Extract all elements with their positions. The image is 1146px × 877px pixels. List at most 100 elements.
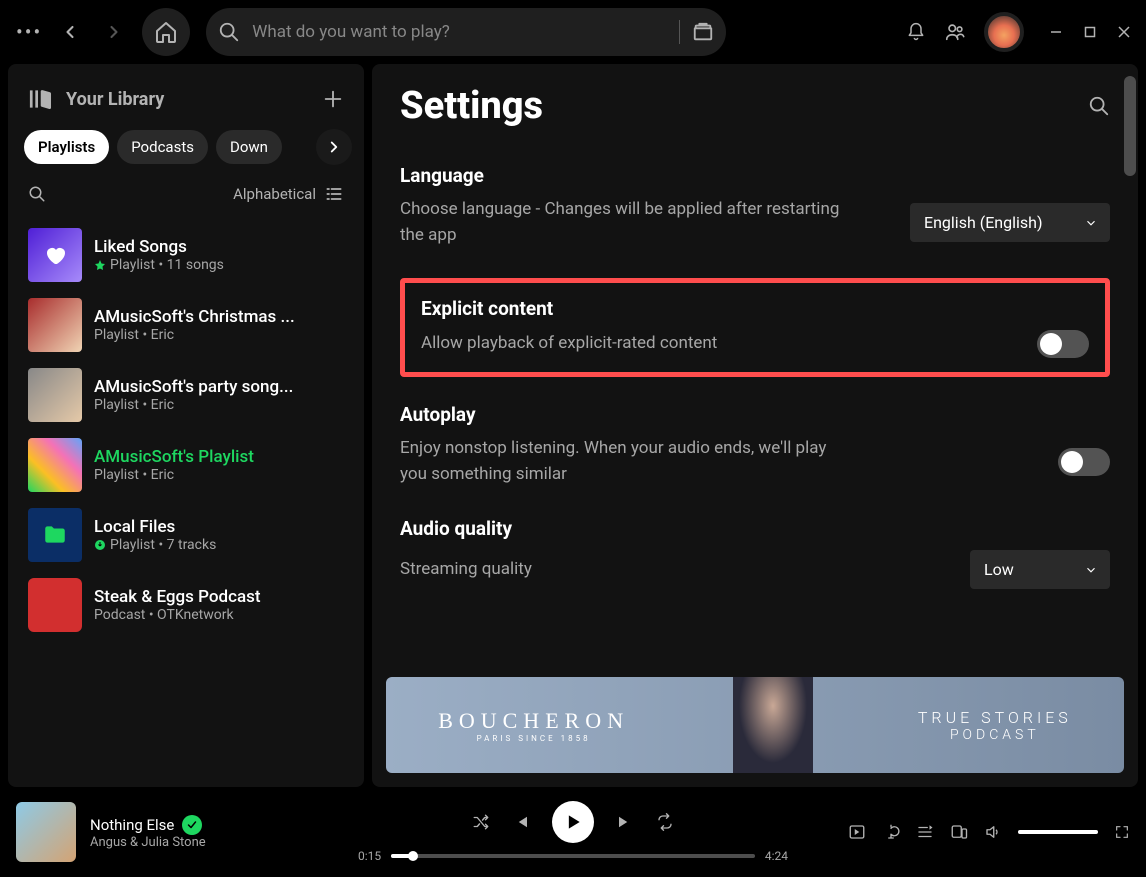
now-playing-cover[interactable] bbox=[16, 802, 76, 862]
list-item[interactable]: Liked Songs Playlist • 11 songs bbox=[20, 220, 352, 290]
setting-heading: Language bbox=[400, 164, 1110, 187]
now-playing-view-icon[interactable] bbox=[848, 823, 866, 841]
setting-autoplay: Autoplay Enjoy nonstop listening. When y… bbox=[400, 403, 1110, 487]
item-title: Liked Songs bbox=[94, 237, 344, 257]
track-artist[interactable]: Angus & Julia Stone bbox=[90, 835, 206, 850]
cover-art bbox=[28, 578, 82, 632]
setting-desc: Enjoy nonstop listening. When your audio… bbox=[400, 436, 840, 487]
item-subtitle: Playlist • Eric bbox=[94, 397, 344, 413]
search-settings-icon[interactable] bbox=[1088, 95, 1110, 117]
create-button[interactable] bbox=[322, 88, 344, 110]
sidebar: Your Library Playlists Podcasts Down Alp… bbox=[8, 64, 364, 787]
ad-text-1: TRUE STORIES bbox=[918, 708, 1072, 727]
search-library-icon[interactable] bbox=[28, 185, 46, 203]
browse-icon[interactable] bbox=[692, 21, 714, 43]
streaming-quality-select[interactable]: Low bbox=[970, 550, 1110, 589]
search-input[interactable] bbox=[252, 22, 667, 42]
cover-art bbox=[28, 298, 82, 352]
language-select[interactable]: English (English) bbox=[910, 203, 1110, 242]
cover-art bbox=[28, 228, 82, 282]
ad-brand: BOUCHERON bbox=[438, 708, 629, 734]
main-content: Settings Language Choose language - Chan… bbox=[372, 64, 1138, 787]
setting-desc: Allow playback of explicit-rated content bbox=[421, 331, 717, 357]
setting-language: Language Choose language - Changes will … bbox=[400, 164, 1110, 248]
explicit-toggle[interactable] bbox=[1037, 330, 1089, 358]
list-item[interactable]: Local Files Playlist • 7 tracks bbox=[20, 500, 352, 570]
queue-icon[interactable] bbox=[916, 823, 934, 841]
play-button[interactable] bbox=[552, 801, 594, 843]
time-duration: 4:24 bbox=[765, 849, 788, 863]
time-elapsed: 0:15 bbox=[358, 849, 381, 863]
toggle-knob bbox=[1061, 451, 1083, 473]
friends-icon[interactable] bbox=[944, 21, 966, 43]
setting-heading: Audio quality bbox=[400, 517, 1110, 540]
divider bbox=[679, 20, 680, 44]
minimize-button[interactable] bbox=[1050, 26, 1062, 38]
library-button[interactable]: Your Library bbox=[28, 86, 164, 112]
library-icon bbox=[28, 86, 54, 112]
chip-downloaded[interactable]: Down bbox=[216, 130, 282, 164]
list-item[interactable]: AMusicSoft's Christmas ... Playlist • Er… bbox=[20, 290, 352, 360]
chip-playlists[interactable]: Playlists bbox=[24, 130, 109, 164]
chip-podcasts[interactable]: Podcasts bbox=[117, 130, 208, 164]
item-subtitle: Playlist • 11 songs bbox=[110, 257, 224, 273]
item-title: AMusicSoft's Christmas ... bbox=[94, 307, 344, 327]
volume-bar[interactable] bbox=[1018, 830, 1098, 834]
setting-explicit: Explicit content Allow playback of expli… bbox=[421, 297, 1089, 358]
nav-forward-button[interactable] bbox=[98, 16, 130, 48]
page-title: Settings bbox=[400, 84, 543, 128]
setting-heading: Autoplay bbox=[400, 403, 1110, 426]
item-subtitle: Playlist • 7 tracks bbox=[110, 537, 216, 553]
item-subtitle: Playlist • Eric bbox=[94, 467, 344, 483]
cover-art bbox=[28, 508, 82, 562]
autoplay-toggle[interactable] bbox=[1058, 448, 1110, 476]
list-item[interactable]: AMusicSoft's Playlist Playlist • Eric bbox=[20, 430, 352, 500]
ad-brand-subtitle: PARIS SINCE 1858 bbox=[438, 734, 629, 743]
notifications-icon[interactable] bbox=[906, 22, 926, 42]
connect-device-icon[interactable] bbox=[950, 823, 968, 841]
cover-art bbox=[28, 438, 82, 492]
item-subtitle: Playlist • Eric bbox=[94, 327, 344, 343]
shuffle-button[interactable] bbox=[472, 813, 490, 831]
library-title: Your Library bbox=[66, 89, 164, 110]
ad-banner[interactable]: BOUCHERON PARIS SINCE 1858 TRUE STORIES … bbox=[386, 677, 1124, 773]
more-menu-icon[interactable]: ••• bbox=[16, 20, 42, 44]
progress-handle[interactable] bbox=[408, 851, 418, 861]
lyrics-icon[interactable] bbox=[882, 823, 900, 841]
avatar[interactable] bbox=[984, 12, 1024, 52]
setting-desc: Choose language - Changes will be applie… bbox=[400, 197, 840, 248]
toggle-knob bbox=[1040, 333, 1062, 355]
setting-desc: Streaming quality bbox=[400, 557, 532, 583]
sort-button[interactable]: Alphabetical bbox=[233, 184, 344, 204]
sort-label: Alphabetical bbox=[233, 185, 316, 203]
nav-back-button[interactable] bbox=[54, 16, 86, 48]
saved-check-icon[interactable] bbox=[182, 815, 202, 835]
repeat-button[interactable] bbox=[656, 813, 674, 831]
fullscreen-icon[interactable] bbox=[1114, 824, 1130, 840]
progress-bar[interactable] bbox=[391, 854, 755, 858]
maximize-button[interactable] bbox=[1084, 26, 1096, 38]
download-icon bbox=[94, 539, 106, 551]
track-title[interactable]: Nothing Else bbox=[90, 816, 174, 834]
scrollbar[interactable] bbox=[1124, 76, 1136, 176]
list-item[interactable]: AMusicSoft's party song... Playlist • Er… bbox=[20, 360, 352, 430]
ad-text-2: PODCAST bbox=[918, 727, 1072, 743]
chips-scroll-right[interactable] bbox=[316, 129, 352, 165]
volume-icon[interactable] bbox=[984, 823, 1002, 841]
ad-image bbox=[733, 677, 813, 773]
item-title: Steak & Eggs Podcast bbox=[94, 587, 344, 607]
search-icon bbox=[218, 21, 240, 43]
list-view-icon bbox=[324, 184, 344, 204]
list-item[interactable]: Steak & Eggs Podcast Podcast • OTKnetwor… bbox=[20, 570, 352, 640]
item-subtitle: Podcast • OTKnetwork bbox=[94, 607, 344, 623]
item-title: AMusicSoft's Playlist bbox=[94, 447, 344, 467]
item-title: AMusicSoft's party song... bbox=[94, 377, 344, 397]
next-button[interactable] bbox=[616, 813, 634, 831]
close-button[interactable] bbox=[1118, 26, 1130, 38]
cover-art bbox=[28, 368, 82, 422]
previous-button[interactable] bbox=[512, 813, 530, 831]
home-button[interactable] bbox=[142, 8, 190, 56]
player-bar: Nothing Else Angus & Julia Stone bbox=[0, 787, 1146, 877]
setting-audio-quality: Audio quality Streaming quality Low bbox=[400, 517, 1110, 589]
search-bar[interactable] bbox=[206, 8, 726, 56]
